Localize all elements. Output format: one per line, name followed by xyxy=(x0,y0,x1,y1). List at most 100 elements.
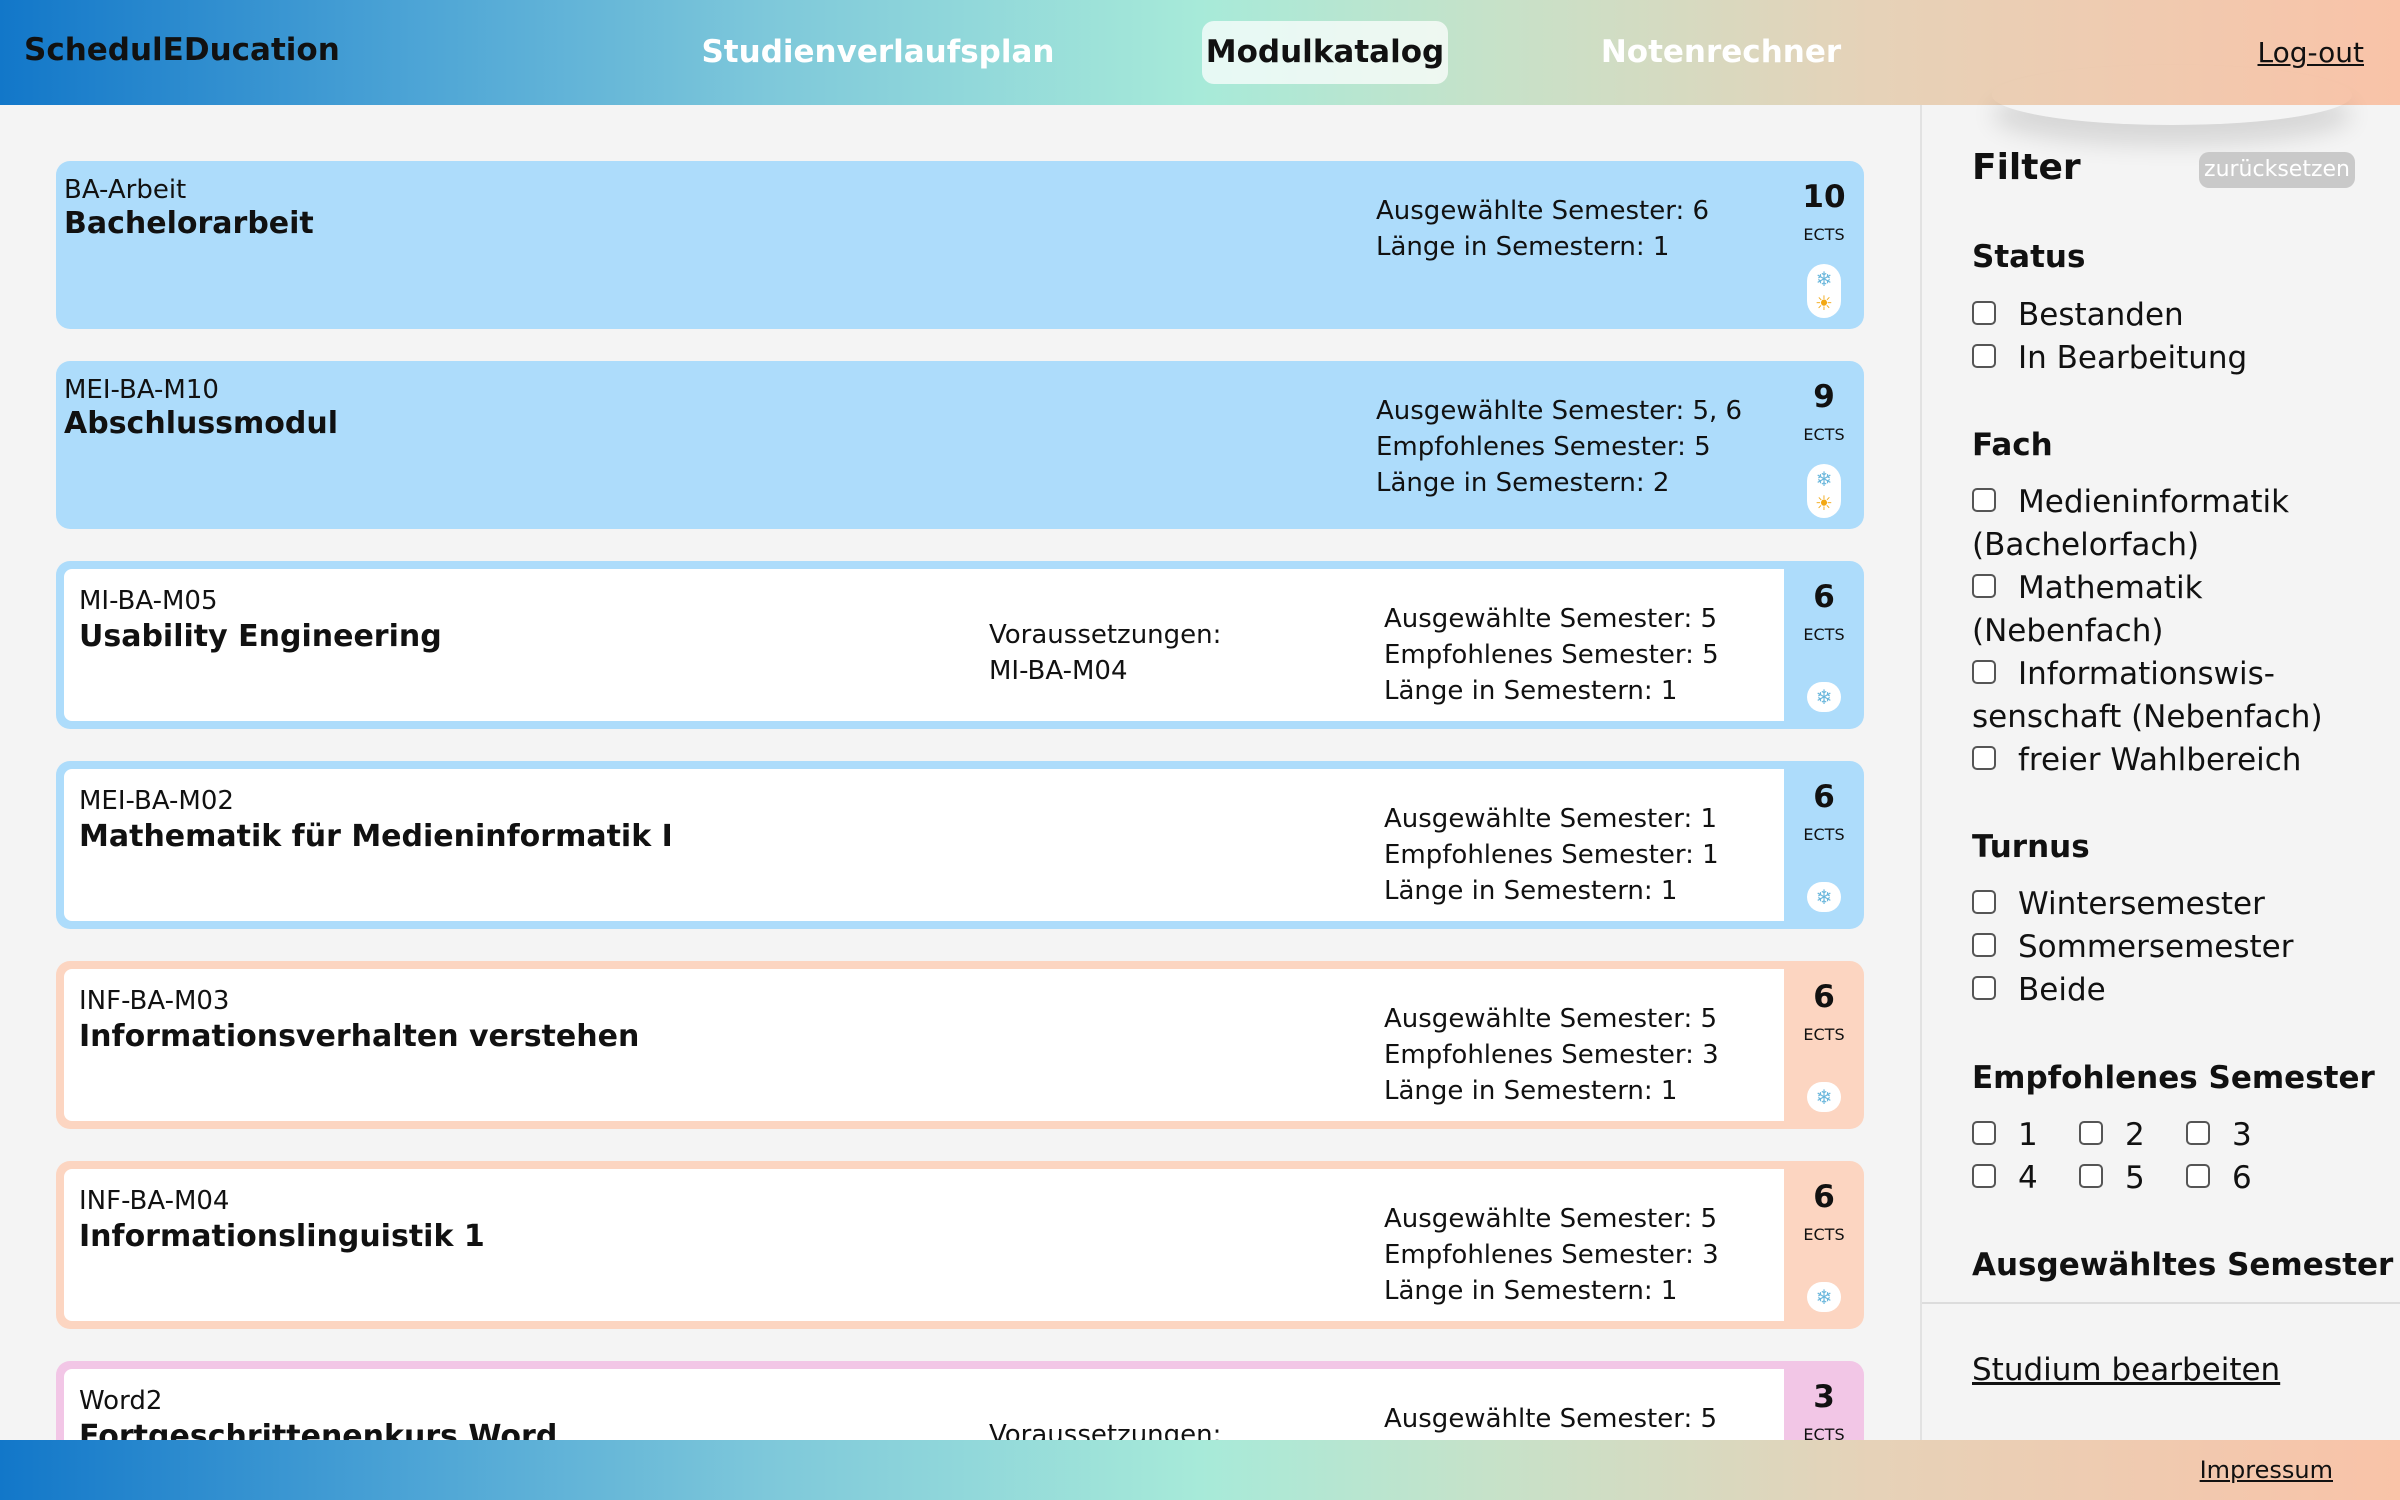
impressum-link[interactable]: Impressum xyxy=(2200,1456,2333,1484)
reset-filter-button[interactable]: zurücksetzen xyxy=(2199,152,2355,188)
studium-bearbeiten-link[interactable]: Studium bearbeiten xyxy=(1972,1352,2280,1388)
snowflake-icon: ❄ xyxy=(1815,1285,1833,1309)
module-card[interactable]: MEI-BA-M10 Abschlussmodul Ausgewählte Seme… xyxy=(56,361,1864,529)
module-code: MEI-BA-M10 xyxy=(64,375,219,405)
footer-bar: Impressum xyxy=(0,1440,2400,1500)
snowflake-icon: ❄ xyxy=(1815,1085,1833,1109)
ects-panel: 6 ECTS ❄ xyxy=(1784,961,1864,1129)
filter-option-medieninformatik[interactable]: Medieninformatik (Bachelorfach) xyxy=(1972,481,2289,567)
filter-option-semester-5[interactable]: 5 xyxy=(2079,1157,2145,1200)
ects-value: 3 xyxy=(1813,1379,1835,1415)
module-semester-info: Ausgewählte Semester: 5 xyxy=(1384,1401,1717,1437)
prerequisites-label: Voraussetzungen: xyxy=(989,1420,1222,1440)
checkbox[interactable] xyxy=(2079,1120,2103,1145)
ects-panel: 10 ECTS ❄ ☀ xyxy=(1784,161,1864,329)
filter-option-bestanden[interactable]: Bestanden xyxy=(1972,294,2372,337)
sidebar-shadow xyxy=(1992,65,2352,125)
semester-info-line: Ausgewählte Semester: 5 xyxy=(1384,604,1718,634)
filter-option-in-bearbeitung[interactable]: In Bearbeitung xyxy=(1972,337,2372,380)
checkbox[interactable] xyxy=(1972,975,1996,1000)
module-name: Usability Engineering xyxy=(79,619,442,654)
snowflake-icon: ❄ xyxy=(1815,467,1833,491)
checkbox[interactable] xyxy=(1972,1120,1996,1145)
module-card-body: Word2 Fortgeschrittenenkurs Word Vorausset… xyxy=(64,1369,1784,1440)
ects-value: 6 xyxy=(1813,979,1835,1015)
ects-panel: 3 ECTS xyxy=(1784,1361,1864,1440)
filter-option-semester-1[interactable]: 1 xyxy=(1972,1114,2038,1157)
tab-studienverlaufsplan[interactable]: Studienverlaufsplan xyxy=(700,21,1056,84)
checkbox[interactable] xyxy=(1972,573,1996,598)
ects-label: ECTS xyxy=(1803,1225,1845,1244)
module-card[interactable]: Word2 Fortgeschrittenenkurs Word Vorausset… xyxy=(56,1361,1864,1440)
checkbox[interactable] xyxy=(2186,1120,2210,1145)
filter-option-semester-3[interactable]: 3 xyxy=(2186,1114,2252,1157)
sun-icon: ☀ xyxy=(1815,491,1833,515)
semester-info-line: Ausgewählte Semester: 6 xyxy=(1376,196,1710,226)
logout-link[interactable]: Log-out xyxy=(2258,36,2365,69)
filter-option-semester-6[interactable]: 6 xyxy=(2186,1157,2252,1200)
semester-info-line: Länge in Semestern: 1 xyxy=(1376,232,1670,262)
ects-label: ECTS xyxy=(1803,1025,1845,1044)
snowflake-icon: ❄ xyxy=(1815,885,1833,909)
filter-option-informationswissenschaft[interactable]: Informationswis- senschaft (Nebenfach) xyxy=(1972,653,2323,739)
module-card-body: MEI-BA-M02 Mathematik für Medieninformati… xyxy=(64,769,1784,921)
module-prerequisites: Voraussetzungen: xyxy=(989,1417,1221,1440)
prerequisites-value: MI-BA-M04 xyxy=(989,656,1128,686)
semester-info-line: Länge in Semestern: 1 xyxy=(1384,876,1678,906)
filter-option-mathematik[interactable]: Mathematik (Nebenfach) xyxy=(1972,567,2203,653)
prerequisites-label: Voraussetzungen: xyxy=(989,620,1222,650)
filter-option-semester-4[interactable]: 4 xyxy=(1972,1157,2038,1200)
checkbox[interactable] xyxy=(2186,1163,2210,1188)
turnus-indicator: ❄ xyxy=(1807,682,1841,712)
tab-notenrechner[interactable]: Notenrechner xyxy=(1586,21,1856,84)
ausgewaehltes-semester-filter-title: Ausgewähltes Semester xyxy=(1972,1247,2394,1283)
status-filter-title: Status xyxy=(1972,239,2086,275)
filter-option-wintersemester[interactable]: Wintersemester xyxy=(1972,883,2372,926)
module-card[interactable]: BA-Arbeit Bachelorarbeit Ausgewählte Semes… xyxy=(56,161,1864,329)
module-name: Fortgeschrittenenkurs Word xyxy=(79,1419,558,1440)
filter-option-semester-2[interactable]: 2 xyxy=(2079,1114,2145,1157)
module-card-body: INF-BA-M04 Informationslinguistik 1 Ausgew… xyxy=(64,1169,1784,1321)
turnus-indicator: ❄ ☀ xyxy=(1807,464,1841,518)
turnus-indicator: ❄ ☀ xyxy=(1807,264,1841,318)
semester-info-line: Empfohlenes Semester: 3 xyxy=(1384,1040,1719,1070)
module-code: INF-BA-M04 xyxy=(79,1186,230,1216)
checkbox[interactable] xyxy=(1972,889,1996,914)
module-semester-info: Ausgewählte Semester: 5 Empfohlenes Semes… xyxy=(1384,1001,1719,1109)
semester-info-line: Empfohlenes Semester: 1 xyxy=(1384,840,1719,870)
module-semester-info: Ausgewählte Semester: 5 Empfohlenes Semes… xyxy=(1384,601,1719,709)
checkbox[interactable] xyxy=(2079,1163,2103,1188)
module-card[interactable]: MEI-BA-M02 Mathematik für Medieninformati… xyxy=(56,761,1864,929)
checkbox[interactable] xyxy=(1972,745,1996,770)
filter-option-freier-wahlbereich[interactable]: freier Wahlbereich xyxy=(1972,739,2301,782)
ects-value: 6 xyxy=(1813,779,1835,815)
semester-info-line: Empfohlenes Semester: 5 xyxy=(1384,640,1719,670)
filter-option-sommersemester[interactable]: Sommersemester xyxy=(1972,926,2372,969)
module-semester-info: Ausgewählte Semester: 5 Empfohlenes Semes… xyxy=(1384,1201,1719,1309)
module-code: Word2 xyxy=(79,1386,163,1416)
module-card[interactable]: MI-BA-M05 Usability Engineering Voraussetz… xyxy=(56,561,1864,729)
module-code: MI-BA-M05 xyxy=(79,586,218,616)
semester-info-line: Ausgewählte Semester: 5 xyxy=(1384,1404,1718,1434)
checkbox[interactable] xyxy=(1972,343,1996,368)
checkbox[interactable] xyxy=(1972,300,1996,325)
tab-modulkatalog[interactable]: Modulkatalog xyxy=(1202,21,1448,84)
module-card[interactable]: INF-BA-M03 Informationsverhalten verstehe… xyxy=(56,961,1864,1129)
ects-value: 10 xyxy=(1802,179,1846,215)
module-name: Informationslinguistik 1 xyxy=(79,1219,485,1254)
semester-info-line: Ausgewählte Semester: 5, 6 xyxy=(1376,396,1743,426)
semester-info-line: Empfohlenes Semester: 3 xyxy=(1384,1240,1719,1270)
ects-label: ECTS xyxy=(1803,425,1845,444)
ects-label: ECTS xyxy=(1803,825,1845,844)
checkbox[interactable] xyxy=(1972,1163,1996,1188)
checkbox[interactable] xyxy=(1972,487,1996,512)
checkbox[interactable] xyxy=(1972,659,1996,684)
module-list: BA-Arbeit Bachelorarbeit Ausgewählte Semes… xyxy=(0,105,1920,1440)
module-semester-info: Ausgewählte Semester: 6 Länge in Semester… xyxy=(1376,193,1709,265)
checkbox[interactable] xyxy=(1972,932,1996,957)
turnus-indicator: ❄ xyxy=(1807,1282,1841,1312)
module-name: Abschlussmodul xyxy=(64,406,339,441)
filter-option-beide[interactable]: Beide xyxy=(1972,969,2372,1012)
module-card-body: MEI-BA-M10 Abschlussmodul Ausgewählte Seme… xyxy=(56,361,1784,529)
module-card[interactable]: INF-BA-M04 Informationslinguistik 1 Ausgew… xyxy=(56,1161,1864,1329)
